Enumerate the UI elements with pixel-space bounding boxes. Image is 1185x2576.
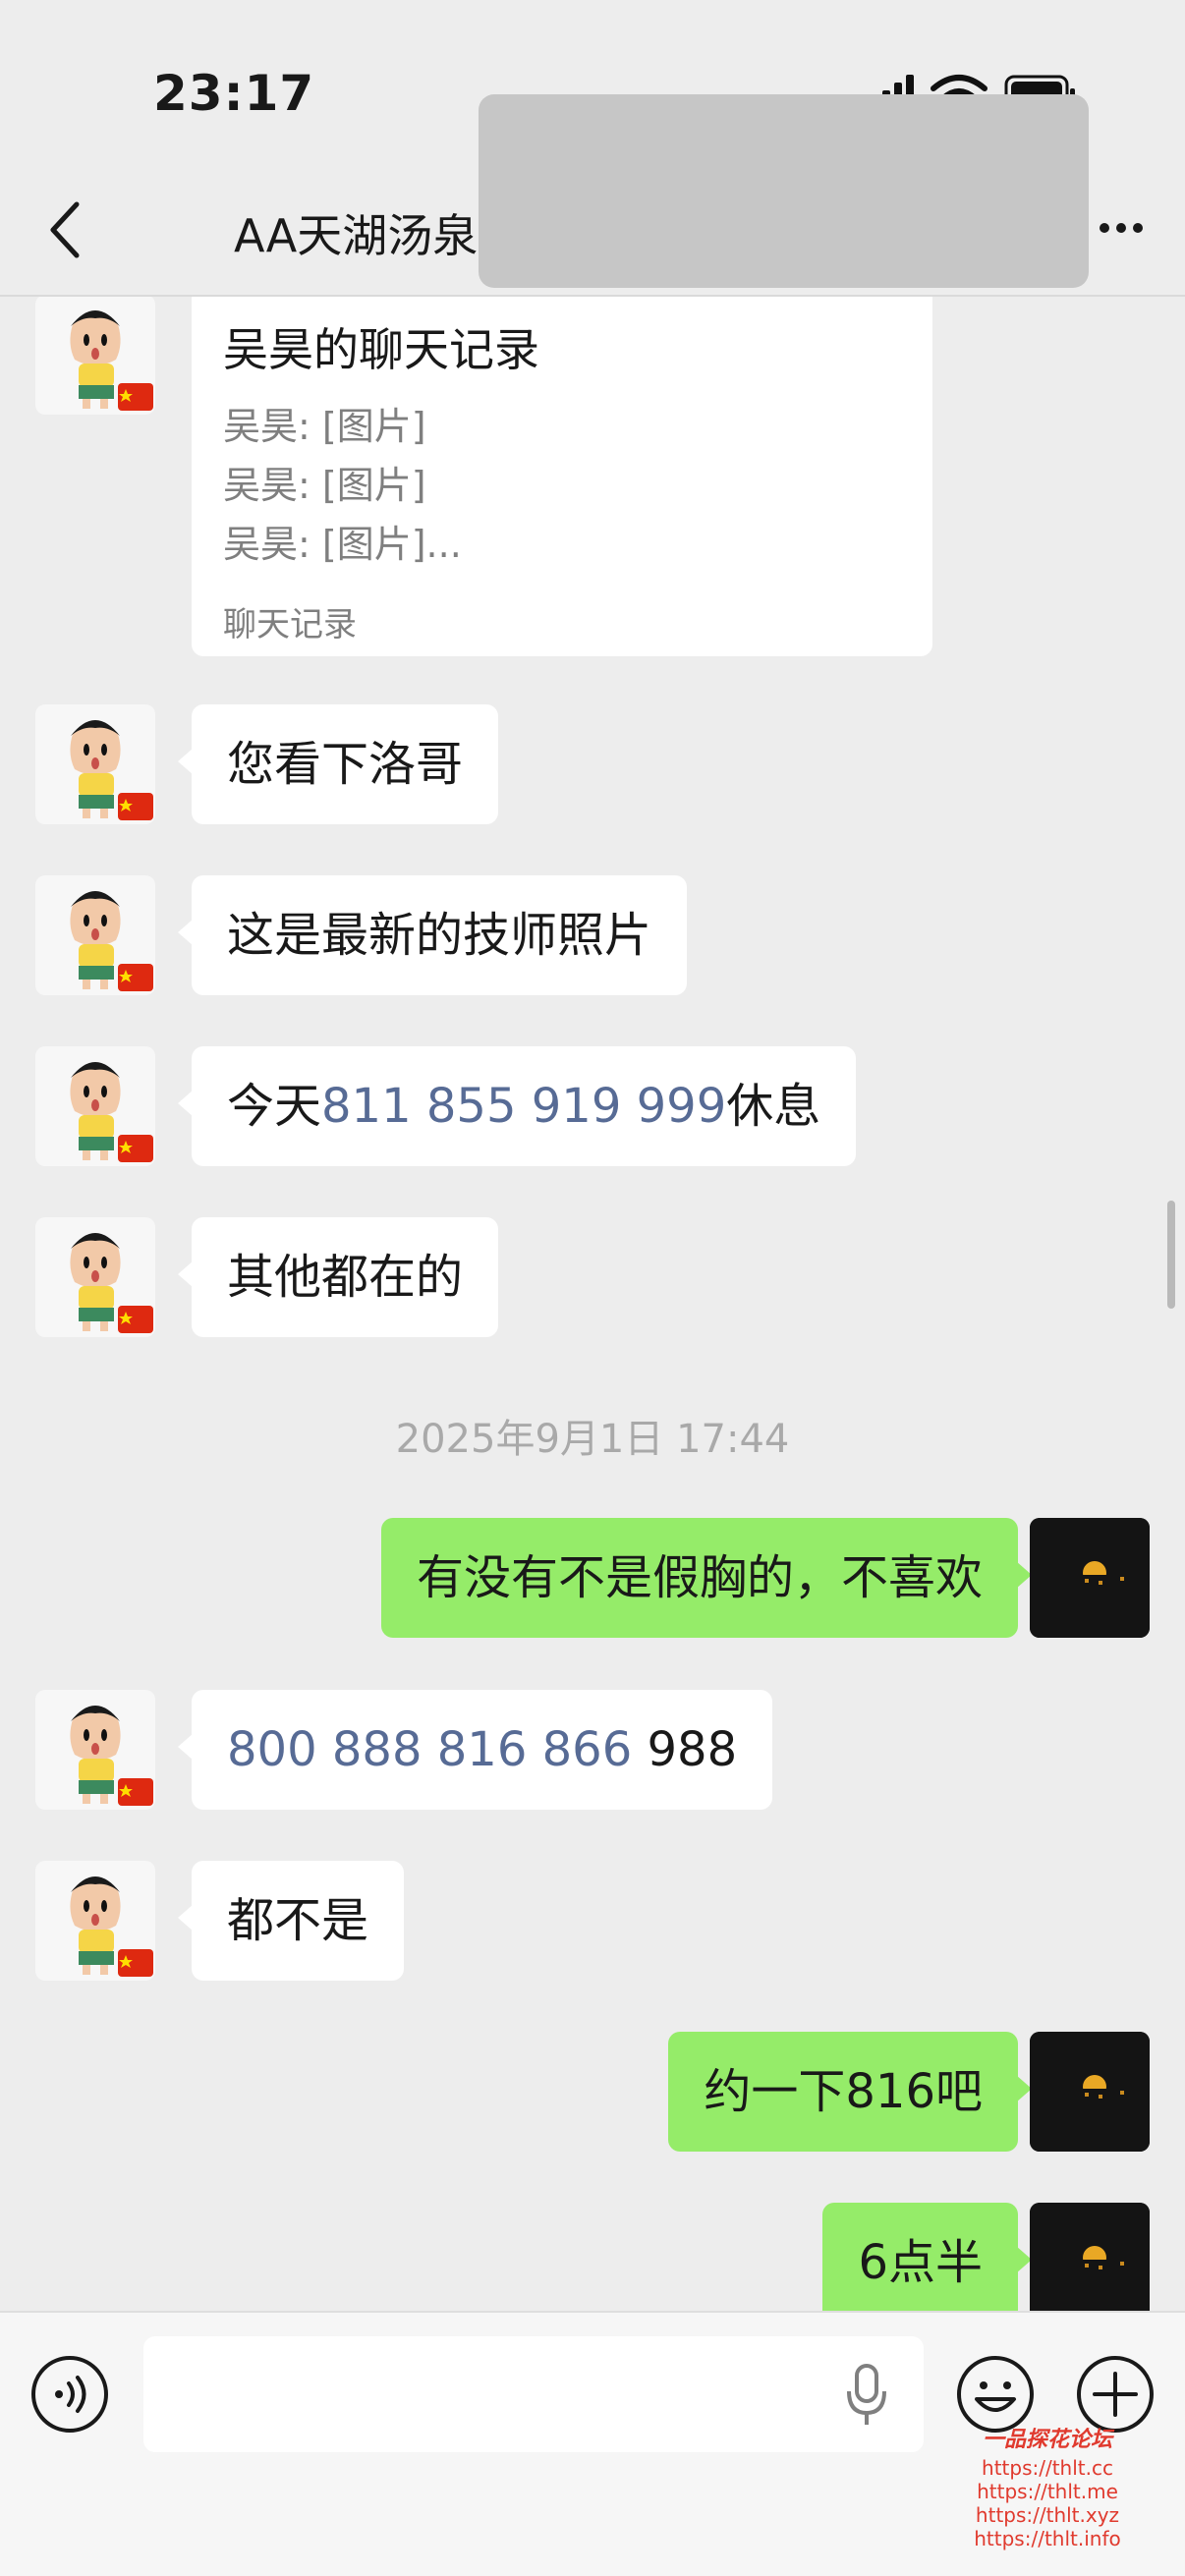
watermark-url: https://thlt.info (974, 2527, 1121, 2550)
cartoon-boy-avatar-icon (70, 1233, 153, 1333)
message-bubble-incoming[interactable]: 这是最新的技师照片 (177, 875, 688, 995)
watermark-title: 一品探花论坛 (982, 2427, 1112, 2452)
contact-avatar[interactable] (35, 1046, 155, 1166)
contact-avatar[interactable] (35, 1690, 155, 1810)
watermark-url: https://thlt.cc (982, 2456, 1113, 2480)
night-scene-avatar-icon (1030, 1518, 1150, 1638)
record-line: 吴昊: [图片]... (223, 523, 462, 566)
cartoon-boy-avatar-icon (70, 1706, 153, 1806)
night-scene-avatar-icon (1030, 2032, 1150, 2152)
contact-avatar[interactable] (35, 1217, 155, 1337)
cartoon-boy-avatar-icon (70, 1876, 153, 1977)
chat-record-card[interactable]: 吴昊的聊天记录 吴昊: [图片] 吴昊: [图片] 吴昊: [图片]... 聊天… (192, 297, 932, 656)
phone-number-link[interactable]: 811 855 919 999 (321, 1079, 726, 1134)
cartoon-boy-avatar-icon (70, 720, 153, 820)
message-text: 今天 (227, 1079, 322, 1134)
scrollbar[interactable] (1167, 1201, 1175, 1309)
cartoon-boy-avatar-icon (70, 891, 153, 991)
message-bubble-incoming[interactable]: 您看下洛哥 (177, 704, 499, 824)
chat-area[interactable]: 吴昊的聊天记录 吴昊: [图片] 吴昊: [图片] 吴昊: [图片]... 聊天… (0, 297, 1185, 2311)
redaction-overlay (479, 94, 1089, 288)
record-footer: 聊天记录 (223, 605, 357, 644)
message-input[interactable] (143, 2336, 924, 2452)
user-avatar[interactable] (1030, 2032, 1150, 2152)
contact-avatar[interactable] (35, 875, 155, 995)
message-text: 988 (632, 1722, 738, 1777)
user-avatar[interactable] (1030, 1518, 1150, 1638)
message-bubble-incoming[interactable]: 800 888 816 866 988 (177, 1690, 773, 1810)
message-bubble-incoming[interactable]: 都不是 (177, 1861, 405, 1981)
message-bubble-outgoing[interactable]: 约一下816吧 (668, 2032, 1032, 2152)
contact-avatar[interactable] (35, 1861, 155, 1981)
message-bubble-incoming[interactable]: 其他都在的 (177, 1217, 499, 1337)
microphone-icon[interactable] (845, 2364, 888, 2427)
watermark: 一品探花论坛 https://thlt.cc https://thlt.me h… (969, 2423, 1126, 2550)
chevron-left-icon[interactable] (43, 196, 86, 263)
ellipsis-icon[interactable] (1097, 218, 1146, 238)
record-line: 吴昊: [图片] (223, 464, 426, 507)
voice-icon[interactable] (29, 2354, 110, 2435)
chat-title: AA天湖汤泉 (234, 209, 479, 262)
contact-avatar[interactable] (35, 297, 155, 415)
phone-number-link[interactable]: 800 888 816 866 (227, 1722, 632, 1777)
message-bubble-outgoing[interactable]: 6点半 (822, 2203, 1032, 2311)
message-timestamp: 2025年9月1日 17:44 (395, 1417, 790, 1462)
contact-avatar[interactable] (35, 704, 155, 824)
user-avatar[interactable] (1030, 2203, 1150, 2311)
record-title: 吴昊的聊天记录 (223, 323, 539, 376)
night-scene-avatar-icon (1030, 2203, 1150, 2311)
message-text: 休息 (726, 1079, 821, 1134)
record-line: 吴昊: [图片] (223, 405, 426, 448)
status-time: 23:17 (153, 65, 315, 122)
cartoon-boy-avatar-icon (70, 1062, 153, 1162)
watermark-url: https://thlt.me (977, 2480, 1118, 2503)
message-bubble-incoming[interactable]: 今天811 855 919 999休息 (177, 1046, 857, 1166)
message-bubble-outgoing[interactable]: 有没有不是假胸的，不喜欢 (380, 1518, 1033, 1638)
watermark-url: https://thlt.xyz (975, 2503, 1120, 2527)
cartoon-boy-avatar-icon (70, 310, 153, 411)
